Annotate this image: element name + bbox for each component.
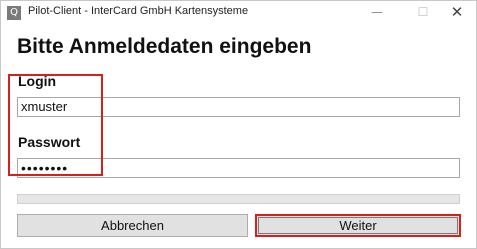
close-button[interactable]: ✕ bbox=[437, 1, 477, 25]
login-label: Login bbox=[18, 73, 57, 89]
next-button-label: Weiter bbox=[258, 217, 458, 234]
page-title: Bitte Anmeldedaten eingeben bbox=[17, 35, 312, 58]
title-bar[interactable]: Q Pilot-Client - InterCard GmbH Kartensy… bbox=[1, 1, 476, 25]
login-dialog-window: Q Pilot-Client - InterCard GmbH Kartensy… bbox=[0, 0, 477, 249]
next-button[interactable]: Weiter bbox=[255, 214, 461, 237]
window-title: Pilot-Client - InterCard GmbH Kartensyst… bbox=[28, 5, 249, 17]
progress-bar bbox=[17, 194, 460, 204]
app-q-icon: Q bbox=[7, 6, 21, 20]
password-label: Passwort bbox=[18, 134, 81, 150]
cancel-button[interactable]: Abbrechen bbox=[17, 214, 248, 237]
minimize-button[interactable]: — bbox=[357, 1, 397, 25]
login-input[interactable]: xmuster bbox=[17, 97, 460, 117]
password-input[interactable]: •••••••• bbox=[17, 158, 460, 178]
